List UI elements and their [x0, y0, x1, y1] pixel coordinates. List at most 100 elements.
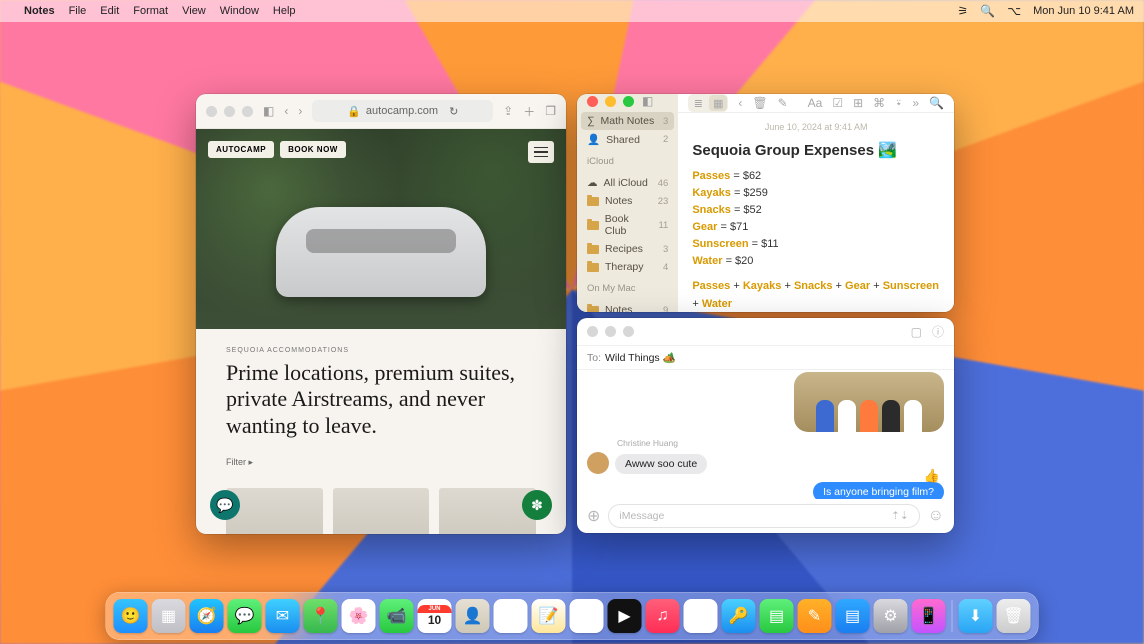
search-icon[interactable]: 🔍 [929, 96, 944, 110]
dock-launchpad[interactable]: ▦ [152, 599, 186, 633]
share-icon[interactable]: ⇪ [503, 104, 513, 118]
dock-numbers[interactable]: ▤ [760, 599, 794, 633]
apps-icon[interactable]: ⊕ [587, 506, 600, 526]
view-mode-segment[interactable]: ≣ ▦ [688, 94, 728, 112]
back-icon[interactable]: ‹ [738, 96, 742, 110]
dock-messages[interactable]: 💬 [228, 599, 262, 633]
dock-contacts[interactable]: 👤 [456, 599, 490, 633]
url: autocamp.com [366, 105, 438, 117]
dock-mail[interactable]: ✉︎ [266, 599, 300, 633]
dock-settings[interactable]: ⚙︎ [874, 599, 908, 633]
note-title: Sequoia Group Expenses 🏞️ [692, 139, 940, 162]
control-center-icon[interactable]: ⌥ [1007, 4, 1021, 18]
menu-edit[interactable]: Edit [100, 5, 119, 17]
dock-trash[interactable]: 🗑 [997, 599, 1031, 633]
to-label: To: [587, 352, 601, 364]
menu-view[interactable]: View [182, 5, 206, 17]
airstream-image [276, 207, 486, 297]
note-body[interactable]: June 10, 2024 at 9:41 AM Sequoia Group E… [678, 113, 954, 312]
grid-view-icon[interactable]: ▦ [709, 95, 727, 111]
link-icon[interactable]: ⌘ [873, 96, 885, 110]
dock-safari[interactable]: 🧭 [190, 599, 224, 633]
sidebar-item-all-icloud[interactable]: ☁︎All iCloud46 [577, 174, 678, 192]
shared-photo[interactable] [794, 372, 944, 432]
dock-freeform[interactable]: ✎ [570, 599, 604, 633]
clock[interactable]: Mon Jun 10 9:41 AM [1033, 5, 1134, 17]
avatar-1[interactable] [587, 452, 609, 474]
menu-window[interactable]: Window [220, 5, 259, 17]
outgoing-bubble[interactable]: Is anyone bringing film? [813, 482, 944, 499]
dock-tv[interactable]: ▶︎ [608, 599, 642, 633]
format-icon[interactable]: Aa [808, 96, 823, 110]
sidebar-toggle-icon[interactable]: ◧ [263, 104, 274, 118]
table-icon[interactable]: ⊞ [853, 96, 863, 110]
checklist-icon[interactable]: ☑︎ [832, 96, 843, 110]
sidebar-item-recipes[interactable]: Recipes3 [577, 240, 678, 258]
menubar: Notes File Edit Format View Window Help … [0, 0, 1144, 22]
trash-icon[interactable]: 🗑 [752, 96, 767, 110]
media-icon[interactable]: ⍣ [895, 96, 902, 111]
search-icon[interactable]: 🔍 [980, 4, 995, 18]
sidebar-item-notes[interactable]: Notes23 [577, 192, 678, 210]
menu-format[interactable]: Format [133, 5, 168, 17]
dock-music[interactable]: ♫ [646, 599, 680, 633]
accessibility-fab[interactable]: ✽ [522, 490, 552, 520]
sidebar-icon[interactable]: ◧ [642, 94, 653, 108]
dock-news[interactable]: N [684, 599, 718, 633]
sidebar-item-local-notes[interactable]: Notes9 [577, 301, 678, 312]
to-field[interactable]: To: Wild Things 🏕️ [577, 346, 954, 370]
message-input[interactable]: iMessage ⇡⇣ [608, 504, 919, 528]
emoji-icon[interactable]: ☺︎ [928, 507, 944, 525]
dock-keynote[interactable]: ▤ [836, 599, 870, 633]
site-logo[interactable]: AUTOCAMP [208, 141, 274, 158]
sum-line: Passes + Kayaks + Snacks + Gear + Sunscr… [692, 278, 940, 312]
sidebar-item-therapy[interactable]: Therapy4 [577, 258, 678, 276]
messages-traffic-lights[interactable] [587, 326, 634, 337]
sidebar-item-math-notes[interactable]: ∑ Math Notes 3 [581, 112, 674, 130]
wifi-icon[interactable]: ⚞ [958, 4, 969, 18]
book-now-button[interactable]: BOOK NOW [280, 141, 346, 158]
app-menu[interactable]: Notes [24, 5, 55, 17]
dock-facetime[interactable]: 📹 [380, 599, 414, 633]
dock-pages[interactable]: ✎ [798, 599, 832, 633]
tabs-icon[interactable]: ❐ [545, 104, 556, 118]
thumbnail-row [196, 488, 566, 534]
menu-help[interactable]: Help [273, 5, 296, 17]
tapback-icon[interactable]: 👍 [924, 468, 940, 484]
incoming-bubble-1[interactable]: Awww soo cute [615, 454, 707, 474]
safari-traffic-lights[interactable] [206, 106, 253, 117]
thumb-3[interactable] [439, 488, 536, 534]
new-tab-icon[interactable]: ＋ [523, 103, 535, 120]
filter-button[interactable]: Filter ▸ [226, 457, 536, 468]
reload-icon[interactable]: ↻ [449, 105, 458, 118]
section-eyebrow: SEQUOIA ACCOMMODATIONS [226, 347, 536, 354]
dock-reminders[interactable]: ☰ [494, 599, 528, 633]
dock-notes[interactable]: 📝 [532, 599, 566, 633]
chat-fab[interactable]: 💬 [210, 490, 240, 520]
dock-calendar[interactable]: JUN10 [418, 599, 452, 633]
info-icon[interactable]: ⓘ [932, 323, 944, 340]
address-bar[interactable]: 🔒 autocamp.com ↻ [312, 100, 493, 122]
audio-wave-icon[interactable]: ⇡⇣ [891, 510, 909, 522]
forward-button[interactable]: › [298, 104, 302, 118]
dock-photos[interactable]: 🌸 [342, 599, 376, 633]
menu-file[interactable]: File [69, 5, 87, 17]
back-button[interactable]: ‹ [284, 104, 288, 118]
hamburger-menu[interactable] [528, 141, 554, 163]
compose-icon[interactable]: ✎ [778, 96, 788, 110]
sidebar-item-shared[interactable]: 👤 Shared 2 [577, 130, 678, 149]
sender-1: Christine Huang [617, 438, 944, 448]
more-icon[interactable]: » [912, 96, 919, 110]
facetime-video-icon[interactable]: ▢ [911, 325, 922, 339]
thumb-2[interactable] [333, 488, 430, 534]
thumb-1[interactable] [226, 488, 323, 534]
notes-traffic-lights[interactable] [587, 96, 634, 107]
dock-downloads[interactable]: ⬇︎ [959, 599, 993, 633]
dock-passwords[interactable]: 🔑 [722, 599, 756, 633]
dock-maps[interactable]: 📍 [304, 599, 338, 633]
conversation: Christine Huang Awww soo cute 👍 Is anyon… [577, 370, 954, 499]
list-view-icon[interactable]: ≣ [689, 95, 707, 111]
sidebar-item-book-club[interactable]: Book Club11 [577, 210, 678, 240]
dock-finder[interactable]: 🙂 [114, 599, 148, 633]
dock-iphone-mirroring[interactable]: 📱 [912, 599, 946, 633]
